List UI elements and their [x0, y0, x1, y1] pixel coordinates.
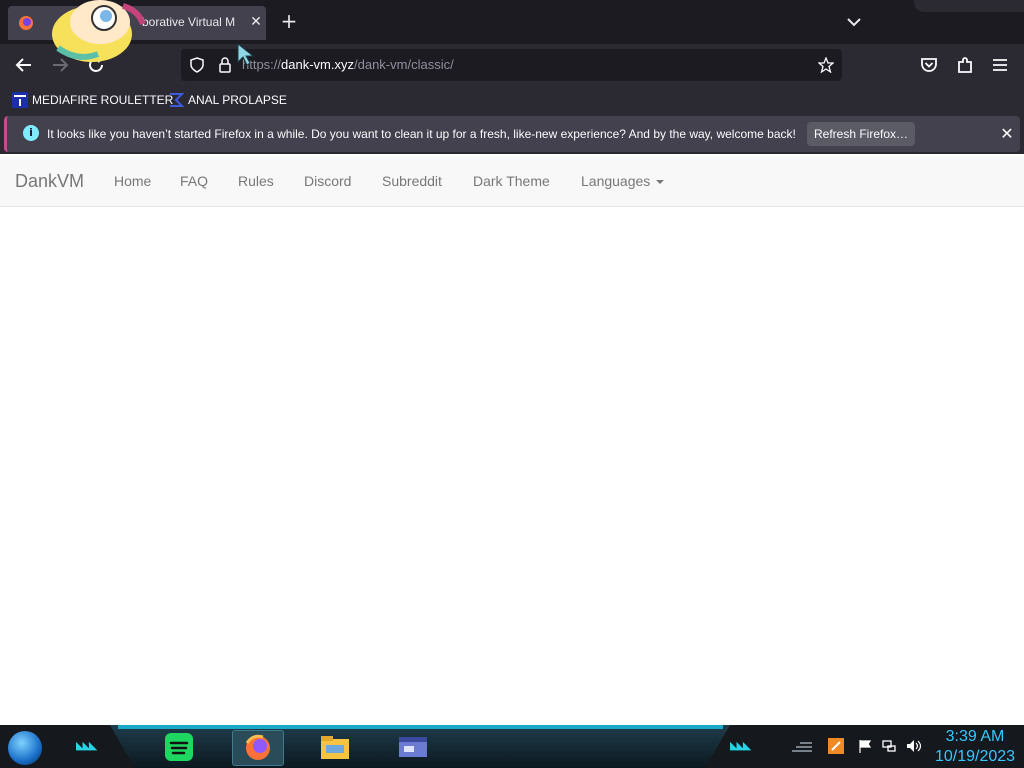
nav-link-home[interactable]: Home	[114, 173, 151, 189]
navigation-toolbar: https://dank-vm.xyz/dank-vm/classic/	[0, 44, 1024, 86]
action-center-flag-icon[interactable]	[857, 738, 873, 754]
lock-icon[interactable]	[217, 57, 233, 73]
nav-link-discord[interactable]: Discord	[304, 173, 351, 189]
page-content-area	[0, 207, 1024, 725]
start-orb-button[interactable]	[8, 731, 42, 765]
bookmark-anal-prolapse[interactable]: ANAL PROLAPSE	[168, 90, 287, 110]
orange-app-tray-icon[interactable]	[828, 738, 844, 754]
network-icon[interactable]	[881, 738, 897, 754]
url-bar[interactable]: https://dank-vm.xyz/dank-vm/classic/	[181, 49, 842, 81]
pocket-icon[interactable]	[918, 54, 940, 76]
taskbar: ◣◣◣ ◣◣◣ 3:39 AM 10/19/2023	[0, 725, 1024, 768]
mft-logo-icon	[12, 92, 28, 108]
nav-link-subreddit[interactable]: Subreddit	[382, 173, 442, 189]
system-clock[interactable]: 3:39 AM 10/19/2023	[930, 727, 1020, 767]
tab-close-icon[interactable]: ✕	[248, 14, 264, 30]
site-brand[interactable]: DankVM	[15, 171, 84, 192]
taskbar-chevrons-left-icon: ◣◣◣	[76, 739, 97, 752]
spotify-icon[interactable]	[162, 730, 196, 764]
info-icon: i	[23, 125, 39, 141]
refresh-firefox-notification: i It looks like you haven’t started Fire…	[0, 114, 1024, 154]
refresh-firefox-button[interactable]: Refresh Firefox…	[807, 122, 915, 146]
nav-link-rules[interactable]: Rules	[238, 173, 274, 189]
nav-link-faq[interactable]: FAQ	[180, 173, 208, 189]
taskbar-chevrons-right-icon: ◣◣◣	[730, 739, 751, 752]
tracking-shield-icon[interactable]	[189, 57, 205, 73]
mouse-cursor-icon	[237, 42, 255, 66]
tab-title: borative Virtual M	[142, 15, 236, 29]
firefox-icon[interactable]	[232, 730, 284, 766]
url-text[interactable]: https://dank-vm.xyz/dank-vm/classic/	[242, 57, 454, 72]
clock-date: 10/19/2023	[934, 748, 1016, 765]
clock-time: 3:39 AM	[945, 728, 1005, 745]
extensions-puzzle-icon[interactable]	[954, 54, 976, 76]
bookmark-star-icon[interactable]	[818, 57, 834, 73]
nav-link-dark-theme[interactable]: Dark Theme	[473, 173, 550, 189]
tab-bar: borative Virtual M ✕ +	[0, 0, 1024, 44]
taskbar-accent-strip	[118, 725, 723, 729]
notification-panel: i It looks like you haven’t started Fire…	[4, 116, 1020, 152]
show-hidden-icons-icon[interactable]	[790, 739, 814, 755]
bookmarks-toolbar: MEDIAFIRE ROULETTER ANAL PROLAPSE	[0, 86, 1024, 114]
window-app-icon[interactable]	[396, 730, 430, 764]
titlebar-decoration	[914, 0, 1024, 12]
notification-message: It looks like you haven’t started Firefo…	[47, 127, 796, 141]
site-navbar: DankVM Home FAQ Rules Discord Subreddit …	[0, 156, 1024, 207]
volume-icon[interactable]	[905, 738, 921, 754]
close-notification-icon[interactable]: ✕	[995, 122, 1019, 146]
new-tab-button[interactable]: +	[279, 11, 299, 31]
file-explorer-icon[interactable]	[318, 730, 352, 764]
hamburger-menu-icon[interactable]	[989, 54, 1011, 76]
sigma-icon	[170, 93, 184, 107]
caret-down-icon	[656, 180, 665, 185]
languages-dropdown[interactable]: Languages	[581, 173, 665, 189]
cartoon-avatar-overlay	[52, 0, 146, 62]
chevron-down-icon[interactable]	[844, 12, 864, 32]
bookmark-mediafire-rouletter[interactable]: MEDIAFIRE ROULETTER	[12, 90, 173, 110]
